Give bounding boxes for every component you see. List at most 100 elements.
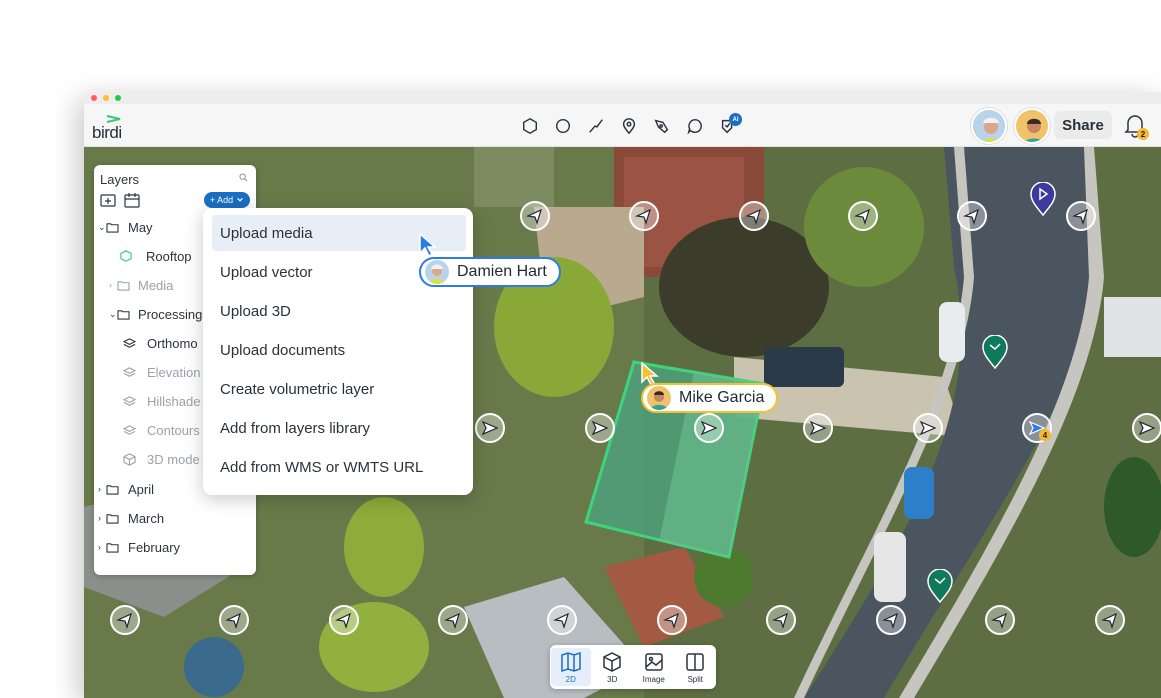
tree-folder-march[interactable]: › March [98,507,164,529]
tree-folder-february[interactable]: › February [98,536,180,558]
tree-folder-media[interactable]: › Media [109,274,173,296]
tree-layer-contours[interactable]: Contours [123,419,200,441]
map-nav-marker[interactable] [1095,605,1125,635]
circle-tool-button[interactable] [549,113,576,139]
map-nav-marker[interactable] [110,605,140,635]
map-nav-marker[interactable] [547,605,577,635]
map-nav-marker[interactable] [438,605,468,635]
map-nav-marker[interactable] [957,201,987,231]
tree-label: Elevation [147,364,201,380]
map-nav-marker[interactable] [1132,413,1161,443]
notifications-button[interactable]: 2 [1120,110,1150,140]
mike-name: Mike Garcia [679,389,765,406]
map-nav-marker[interactable] [585,413,615,443]
marker-tool-icon [622,118,635,135]
map-nav-marker[interactable] [694,413,724,443]
ai-tag-tool-button[interactable]: AI [714,113,742,139]
map-nav-marker[interactable] [219,605,249,635]
folder-icon [117,309,130,320]
marker-tool-button[interactable] [615,113,642,139]
polygon-tool-button[interactable] [516,113,543,139]
close-window-button[interactable] [91,95,97,101]
search-icon[interactable] [239,173,248,182]
tree-label: 3D mode [147,451,200,467]
view-split-button[interactable]: Split [676,648,716,686]
damien-name: Damien Hart [457,263,547,280]
annotation-pin[interactable] [927,568,953,604]
add-layer-button[interactable]: + Add [204,192,250,208]
map-nav-marker[interactable] [766,605,796,635]
video-pin[interactable] [1030,181,1056,217]
app-window: birdi AI Share 2 4 Layers + Add ⌄ May Ro… [84,92,1161,698]
tree-layer-orthomosaic[interactable]: Orthomo [123,332,198,354]
map-nav-marker[interactable] [629,201,659,231]
birdi-logo[interactable]: birdi [92,112,132,142]
map-nav-marker[interactable] [803,413,833,443]
tree-label: Rooftop [146,248,192,264]
view-2d-button[interactable]: 2D [551,648,591,686]
calendar-icon[interactable] [124,192,140,208]
navigation-arrow-icon [329,605,359,635]
comment-tool-button[interactable] [681,113,708,139]
menu-item-upload-3d[interactable]: Upload 3D [212,293,466,329]
layers-stack-icon [123,366,136,377]
view-mode-bar: 2D 3D Image Split [550,645,716,689]
navigation-arrow-icon [694,413,724,443]
view-image-button[interactable]: Image [634,648,674,686]
cube-icon [123,452,136,466]
annotation-pin[interactable] [982,334,1008,370]
tree-layer-3d-model[interactable]: 3D mode [123,448,200,470]
tag-pin-icon [927,568,953,604]
map-nav-marker[interactable] [329,605,359,635]
map-nav-marker[interactable] [739,201,769,231]
minimize-window-button[interactable] [103,95,109,101]
comment-tool-icon [686,118,702,135]
navigation-arrow-icon [110,605,140,635]
line-tool-button[interactable] [582,113,609,139]
view-split-label: Split [687,674,704,684]
tree-layer-hillshade[interactable]: Hillshade [123,390,200,412]
map-nav-marker[interactable] [1066,201,1096,231]
map-nav-marker[interactable] [475,413,505,443]
view-image-label: Image [642,674,665,684]
image-icon [645,652,663,671]
tree-layer-elevation[interactable]: Elevation [123,361,200,383]
collaborator-avatar-1[interactable] [971,108,1007,144]
pen-tool-button[interactable] [648,113,675,139]
map-cluster-marker[interactable]: 4 [1022,413,1052,443]
view-3d-label: 3D [607,674,618,684]
map-nav-marker[interactable] [913,413,943,443]
navigation-arrow-icon [547,605,577,635]
map-nav-marker[interactable] [848,201,878,231]
map-nav-marker[interactable] [657,605,687,635]
damien-avatar [425,260,449,284]
tree-label: March [128,510,165,526]
map-canvas[interactable]: 4 Layers + Add ⌄ May Rooftop › Media ⌄ P… [84,147,1161,698]
maximize-window-button[interactable] [115,95,121,101]
share-button[interactable]: Share [1054,111,1112,139]
menu-item-add-from-wms-url[interactable]: Add from WMS or WMTS URL [212,449,466,485]
new-folder-icon[interactable] [100,192,116,208]
navigation-arrow-icon [766,605,796,635]
tree-folder-may[interactable]: ⌄ May [98,216,153,238]
add-layer-label: + Add [209,195,234,205]
tree-label: April [128,481,155,497]
map-nav-marker[interactable] [876,605,906,635]
menu-item-upload-documents[interactable]: Upload documents [212,332,466,368]
tree-folder-april[interactable]: › April [98,478,154,500]
tree-folder-processing[interactable]: ⌄ Processing [109,303,202,325]
map-nav-marker[interactable] [985,605,1015,635]
layers-stack-icon [123,395,136,406]
polygon-tool-icon [522,117,537,135]
layers-stack-icon [123,337,136,348]
collaborator-avatar-2[interactable] [1014,108,1050,144]
tree-label: Hillshade [147,393,201,409]
menu-item-add-from-layers-library[interactable]: Add from layers library [212,410,466,446]
navigation-arrow-icon [475,413,505,443]
view-3d-button[interactable]: 3D [593,648,633,686]
map-nav-marker[interactable] [520,201,550,231]
ai-badge: AI [729,113,742,126]
tree-layer-rooftop[interactable]: Rooftop [120,245,192,267]
avatar-worker-image [425,260,449,284]
menu-item-create-volumetric-layer[interactable]: Create volumetric layer [212,371,466,407]
